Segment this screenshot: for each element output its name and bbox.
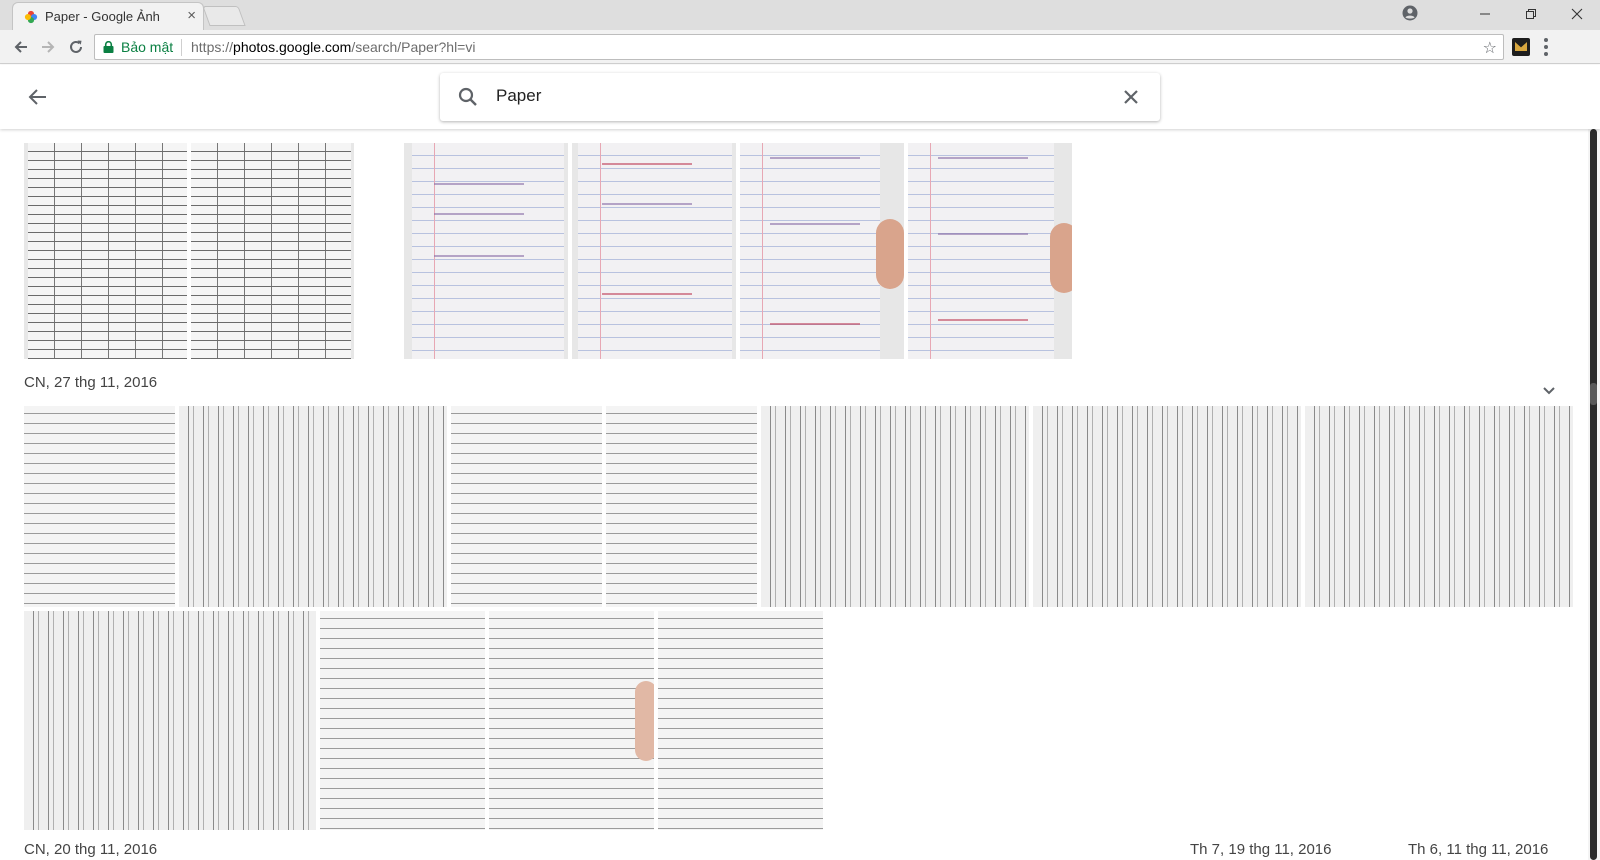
back-button[interactable] (24, 83, 52, 111)
google-photos-icon (24, 10, 38, 24)
arrow-left-icon (14, 41, 27, 53)
chevron-down-icon[interactable] (1540, 382, 1558, 400)
photo-thumbnail[interactable] (740, 143, 904, 359)
browser-menu-icon[interactable] (1544, 38, 1548, 56)
close-icon[interactable] (1120, 86, 1142, 108)
photos-app-bar: Paper (0, 65, 1600, 129)
photo-thumbnail[interactable] (572, 143, 736, 359)
browser-toolbar: Bảo mật https://photos.google.com/search… (0, 30, 1600, 64)
photo-thumbnail[interactable] (451, 406, 602, 607)
close-window-button[interactable] (1554, 0, 1600, 28)
browser-tabstrip: Paper - Google Ảnh × (0, 0, 1600, 30)
restore-icon (1526, 9, 1536, 19)
arrow-right-icon (42, 41, 55, 53)
photo-thumbnail[interactable] (606, 406, 757, 607)
photo-thumbnail[interactable] (489, 611, 654, 830)
window-controls (1462, 0, 1600, 28)
search-box[interactable]: Paper (440, 73, 1160, 121)
search-icon (458, 87, 477, 106)
minimize-button[interactable] (1462, 0, 1508, 28)
browser-forward-button[interactable] (38, 37, 58, 57)
photo-thumbnail[interactable] (191, 143, 354, 359)
browser-tab-active[interactable]: Paper - Google Ảnh × (12, 2, 204, 30)
photo-thumbnail[interactable] (24, 143, 187, 359)
url-path: /search/Paper?hl=vi (351, 39, 476, 55)
restore-button[interactable] (1508, 0, 1554, 28)
photo-thumbnail[interactable] (320, 611, 485, 830)
url-text[interactable]: https://photos.google.com/search/Paper?h… (191, 39, 475, 55)
search-input[interactable]: Paper (496, 86, 541, 106)
arrow-back-icon (28, 89, 46, 105)
photo-thumbnail[interactable] (658, 611, 823, 830)
date-header: CN, 27 thg 11, 2016 (24, 374, 158, 391)
photo-thumbnail[interactable] (908, 143, 1072, 359)
close-window-icon (1571, 8, 1583, 20)
scrollbar[interactable] (1588, 129, 1600, 860)
photo-thumbnail[interactable] (1305, 406, 1573, 607)
tab-title: Paper - Google Ảnh (45, 9, 160, 24)
new-tab-button[interactable] (202, 6, 246, 26)
photo-thumbnail[interactable] (761, 406, 1029, 607)
photo-thumbnail[interactable] (24, 611, 316, 830)
date-header: Th 7, 19 thg 11, 2016 (1190, 841, 1332, 858)
photo-thumbnail[interactable] (1033, 406, 1301, 607)
browser-back-button[interactable] (11, 37, 31, 57)
lock-icon (103, 41, 114, 53)
profile-icon[interactable] (1402, 5, 1418, 21)
bookmark-star-icon[interactable]: ☆ (1483, 38, 1497, 58)
extension-icon[interactable] (1512, 38, 1530, 56)
address-bar[interactable]: Bảo mật https://photos.google.com/search… (94, 34, 1504, 60)
url-scheme: https:// (191, 39, 234, 55)
date-header: CN, 20 thg 11, 2016 (24, 841, 158, 858)
secure-label: Bảo mật (121, 39, 174, 55)
tab-close-icon[interactable]: × (187, 7, 196, 25)
scrollbar-thumb[interactable] (1590, 129, 1597, 860)
scrollbar-notch (1590, 383, 1597, 405)
photo-thumbnail[interactable] (24, 406, 175, 607)
address-separator (181, 39, 182, 56)
minimize-icon (1480, 13, 1490, 15)
photo-thumbnail[interactable] (404, 143, 568, 359)
url-host: photos.google.com (233, 39, 352, 55)
reload-button[interactable] (66, 37, 86, 57)
photo-thumbnail[interactable] (179, 406, 447, 607)
reload-icon (70, 40, 82, 53)
date-header: Th 6, 11 thg 11, 2016 (1408, 841, 1549, 858)
photo-grid: CN, 27 thg 11, 2016 CN, 20 thg 11, 2016 … (0, 129, 1585, 860)
